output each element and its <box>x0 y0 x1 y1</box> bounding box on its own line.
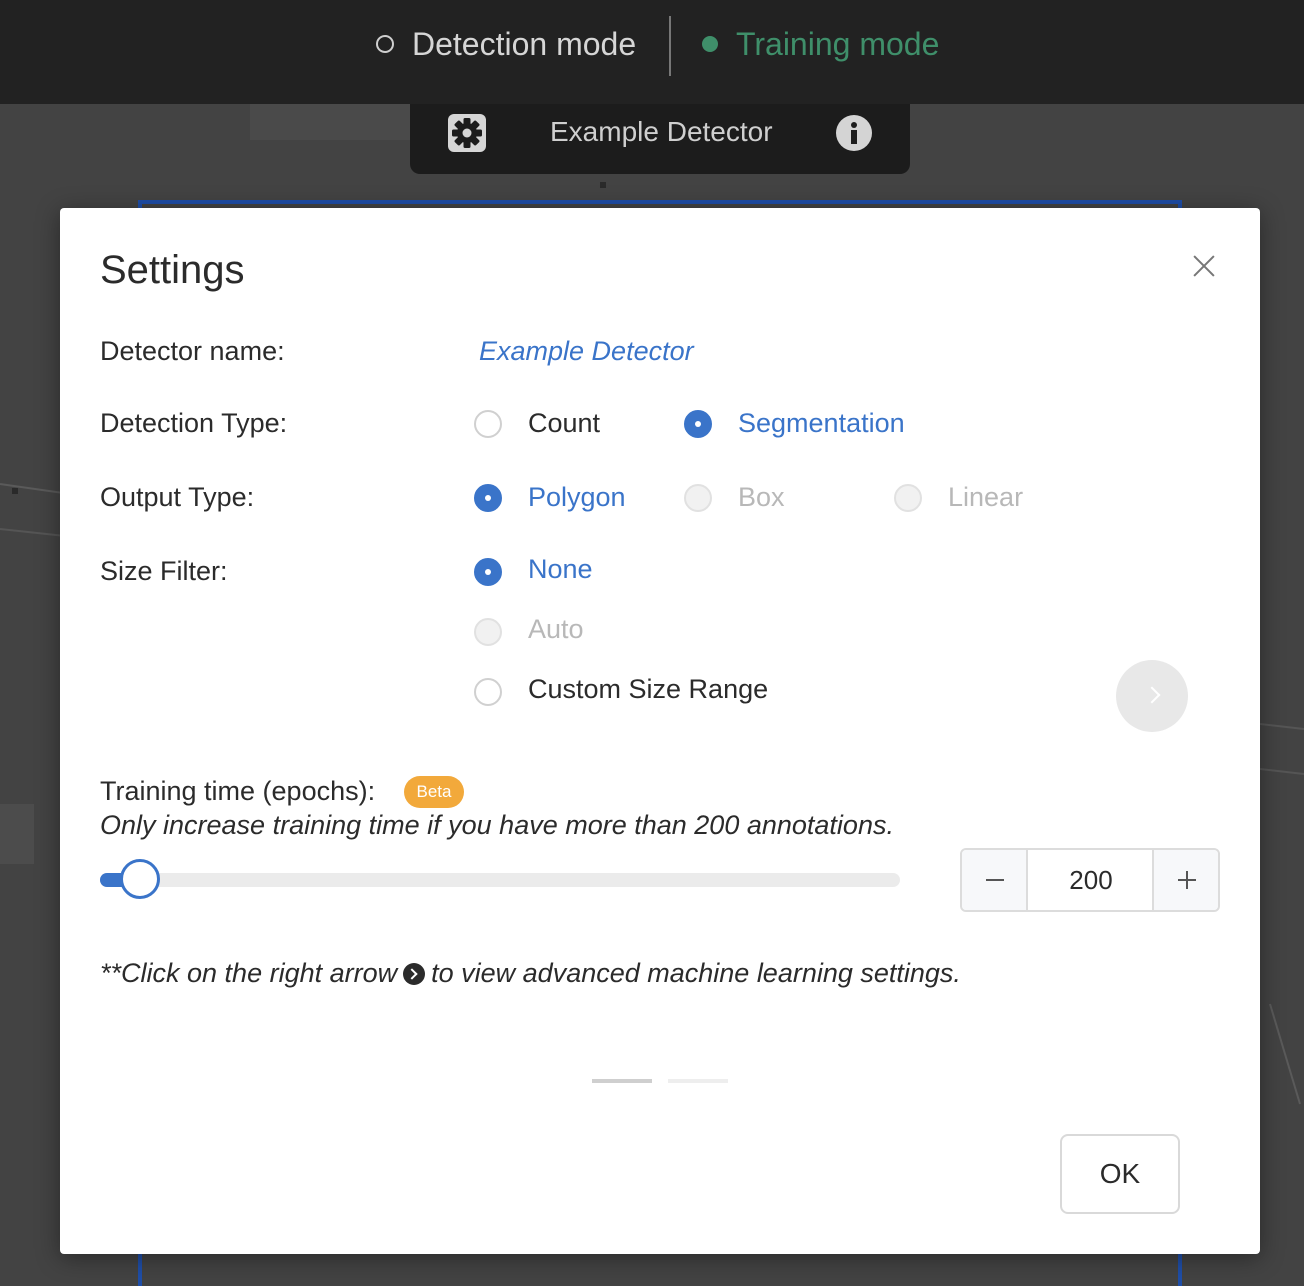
training-mode-label: Training mode <box>736 25 940 62</box>
info-icon[interactable] <box>836 115 872 151</box>
radio-none[interactable] <box>474 558 502 586</box>
top-bar: Detection mode Training mode <box>0 0 1304 104</box>
size-filter-label: Size Filter: <box>100 556 228 586</box>
advanced-note-after: to view advanced machine learning settin… <box>431 958 961 988</box>
radio-segmentation-label[interactable]: Segmentation <box>738 408 905 439</box>
mode-divider <box>669 16 671 76</box>
epochs-stepper: 200 <box>960 848 1220 912</box>
epochs-slider-track[interactable] <box>100 873 900 887</box>
radio-custom-size-range[interactable] <box>474 678 502 706</box>
advanced-settings-note: **Click on the right arrow to view advan… <box>100 958 961 989</box>
radio-box-label[interactable]: Box <box>738 482 785 513</box>
detection-mode-toggle[interactable]: Detection mode <box>376 22 636 66</box>
advanced-note-before: **Click on the right arrow <box>100 958 398 988</box>
radio-polygon-label[interactable]: Polygon <box>528 482 626 513</box>
radio-auto[interactable] <box>474 618 502 646</box>
epochs-input[interactable]: 200 <box>1028 850 1154 910</box>
training-mode-toggle[interactable]: Training mode <box>702 22 939 66</box>
page-indicator-1[interactable] <box>592 1079 652 1083</box>
output-type-label: Output Type: <box>100 482 255 512</box>
page-indicator-2[interactable] <box>668 1079 728 1083</box>
arrow-right-circle-icon <box>403 962 426 985</box>
plus-icon[interactable] <box>1152 850 1218 910</box>
epochs-slider-thumb[interactable] <box>120 859 160 899</box>
detector-title: Example Detector <box>550 116 773 147</box>
minus-icon[interactable] <box>962 850 1028 910</box>
radio-linear-label[interactable]: Linear <box>948 482 1023 513</box>
close-icon[interactable] <box>1184 246 1224 286</box>
detector-name-label: Detector name: <box>100 336 285 366</box>
modal-title: Settings <box>100 248 245 292</box>
radio-box[interactable] <box>684 484 712 512</box>
beta-badge: Beta <box>404 776 464 808</box>
gear-icon[interactable] <box>447 113 487 153</box>
training-time-hint: Only increase training time if you have … <box>100 810 894 840</box>
radio-count-label[interactable]: Count <box>528 408 600 439</box>
radio-none-label[interactable]: None <box>528 554 593 585</box>
radio-auto-label[interactable]: Auto <box>528 614 584 645</box>
radio-empty-icon <box>376 35 394 53</box>
detection-type-label: Detection Type: <box>100 408 288 438</box>
ok-button[interactable]: OK <box>1060 1134 1180 1214</box>
radio-custom-size-range-label[interactable]: Custom Size Range <box>528 674 768 705</box>
training-time-label: Training time (epochs): <box>100 776 376 806</box>
radio-polygon[interactable] <box>474 484 502 512</box>
detection-mode-label: Detection mode <box>412 25 637 62</box>
chevron-right-icon[interactable] <box>1116 660 1188 732</box>
radio-segmentation[interactable] <box>684 410 712 438</box>
radio-count[interactable] <box>474 410 502 438</box>
radio-filled-icon <box>702 36 718 52</box>
detector-name-value[interactable]: Example Detector <box>479 336 694 367</box>
radio-linear[interactable] <box>894 484 922 512</box>
